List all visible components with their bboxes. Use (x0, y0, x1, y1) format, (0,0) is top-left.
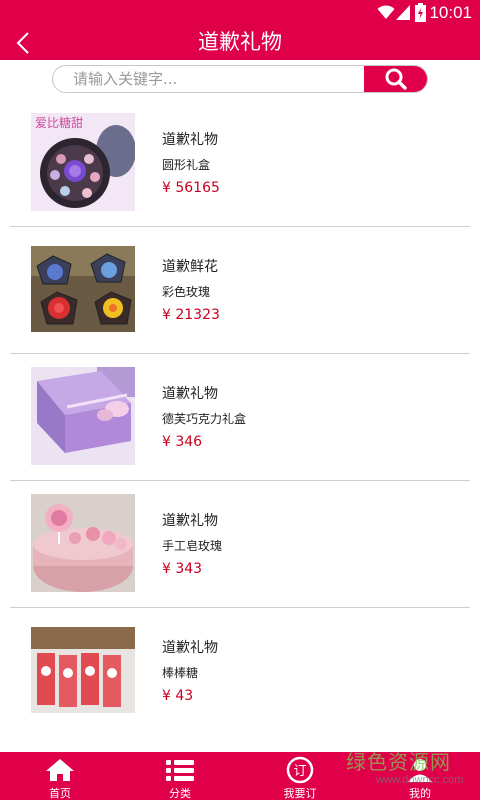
battery-icon (415, 3, 426, 22)
product-desc: 彩色玫瑰 (162, 285, 211, 299)
search-input[interactable]: 请输入关键字... (52, 65, 428, 93)
tab-mine[interactable]: 我的 (360, 752, 480, 800)
product-image (31, 367, 135, 465)
product-price: ¥ 43 (162, 688, 194, 704)
order-icon: 订 (285, 756, 315, 784)
page-title: 道歉礼物 (198, 30, 282, 54)
search-bar: 请输入关键字... (0, 60, 480, 100)
tab-label: 我的 (409, 787, 431, 800)
status-time: 10:01 (429, 3, 472, 22)
search-icon (385, 68, 407, 90)
product-list: 爱比糖甜 道歉礼物 圆形礼盒 ¥ 56165 道歉鲜花 彩色玫瑰 ¥ 21323… (0, 100, 480, 735)
product-image: 爱比糖甜 (31, 113, 135, 211)
search-button[interactable] (364, 66, 427, 92)
product-price: ¥ 346 (162, 434, 203, 450)
product-desc: 德芙巧克力礼盒 (162, 412, 247, 426)
title-bar: 道歉礼物 (0, 25, 480, 60)
user-icon (405, 757, 435, 783)
list-icon (165, 757, 195, 783)
search-placeholder: 请输入关键字... (73, 70, 178, 88)
product-name: 道歉礼物 (162, 386, 218, 402)
product-name: 道歉礼物 (162, 640, 218, 656)
product-desc: 圆形礼盒 (162, 158, 211, 172)
home-icon (45, 757, 75, 783)
thumb-label: 爱比糖甜 (35, 115, 83, 130)
wifi-icon (377, 5, 395, 19)
product-name: 道歉礼物 (162, 132, 218, 148)
product-image (31, 621, 135, 719)
product-image (31, 494, 135, 592)
list-item[interactable]: 道歉礼物 德芙巧克力礼盒 ¥ 346 (10, 354, 470, 481)
list-item[interactable]: 爱比糖甜 道歉礼物 圆形礼盒 ¥ 56165 (10, 100, 470, 227)
tab-category[interactable]: 分类 (120, 752, 240, 800)
tab-home[interactable]: 首页 (0, 752, 120, 800)
tab-label: 首页 (49, 787, 71, 800)
product-price: ¥ 343 (162, 561, 203, 577)
product-desc: 手工皂玫瑰 (162, 539, 223, 553)
tab-label: 我要订 (283, 787, 317, 800)
list-item[interactable]: 道歉礼物 棒棒糖 ¥ 43 (10, 608, 470, 735)
list-item[interactable]: 道歉鲜花 彩色玫瑰 ¥ 21323 (10, 227, 470, 354)
svg-text:订: 订 (293, 764, 306, 779)
bottom-tab-bar: 首页 分类 订 我要订 我的 (0, 752, 480, 800)
signal-icon (396, 5, 410, 20)
tab-order[interactable]: 订 我要订 (240, 752, 360, 800)
product-name: 道歉鲜花 (162, 259, 218, 275)
status-bar: 10:01 (0, 0, 480, 25)
product-desc: 棒棒糖 (162, 666, 199, 680)
product-price: ¥ 56165 (162, 180, 220, 196)
product-name: 道歉礼物 (162, 513, 218, 529)
tab-label: 分类 (169, 787, 191, 800)
product-image (31, 240, 135, 338)
product-price: ¥ 21323 (162, 307, 220, 323)
list-item[interactable]: 道歉礼物 手工皂玫瑰 ¥ 343 (10, 481, 470, 608)
